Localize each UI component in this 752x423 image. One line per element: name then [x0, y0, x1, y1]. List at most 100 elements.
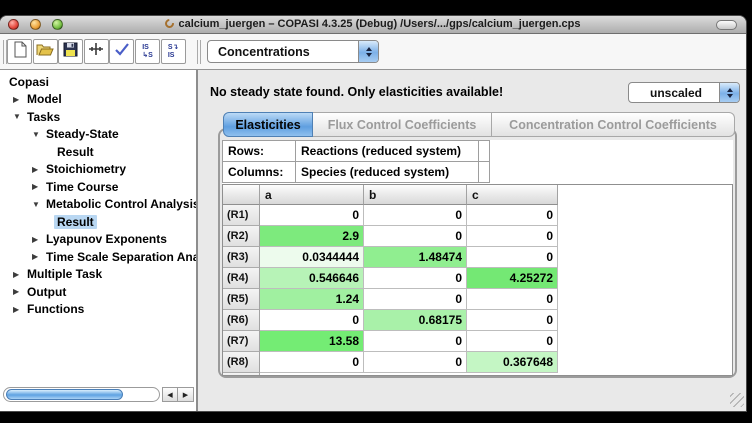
table-row: (R7)13.5800 — [223, 331, 732, 352]
task-selector-dropdown[interactable]: Concentrations — [207, 40, 379, 63]
chevron-right-icon[interactable]: ▶ — [13, 287, 24, 296]
sidebar-item-result[interactable]: Result — [0, 143, 196, 161]
table-cell[interactable]: 2.9 — [260, 226, 364, 247]
table-cell[interactable]: 0 — [364, 205, 467, 226]
row-header-r1[interactable]: (R1) — [223, 205, 260, 226]
s-to-is-button[interactable]: S↴IS — [161, 39, 186, 64]
title-bar[interactable]: calcium_juergen – COPASI 4.3.25 (Debug) … — [0, 16, 746, 34]
new-file-button[interactable] — [7, 39, 32, 64]
sidebar-hscrollbar[interactable] — [3, 387, 160, 402]
chevron-right-icon[interactable]: ▶ — [32, 252, 43, 261]
scroll-left-button[interactable]: ◀ — [162, 387, 178, 402]
annotation-value — [479, 162, 490, 184]
row-header-r4[interactable]: (R4) — [223, 268, 260, 289]
chevron-right-icon[interactable]: ▶ — [13, 305, 24, 314]
dropdown-stepper-icon[interactable] — [358, 41, 378, 62]
tab-flux-control-coefficients[interactable]: Flux Control Coefficients — [313, 112, 492, 137]
sidebar-item-time-course[interactable]: ▶Time Course — [0, 178, 196, 196]
chevron-down-icon[interactable]: ▼ — [32, 130, 43, 139]
table-cell[interactable]: 0 — [467, 310, 558, 331]
chevron-right-icon[interactable]: ▶ — [32, 165, 43, 174]
chevron-right-icon[interactable]: ▶ — [32, 235, 43, 244]
elasticities-table: abc(R1)000(R2)2.900(R3)0.03444441.484740… — [222, 184, 733, 376]
table-row: (R2)2.900 — [223, 226, 732, 247]
row-header-r8[interactable]: (R8) — [223, 352, 260, 373]
table-cell[interactable]: 0 — [467, 226, 558, 247]
resize-grip-icon[interactable] — [730, 393, 744, 407]
save-button[interactable] — [58, 39, 83, 64]
tab-elasticities[interactable]: Elasticities — [223, 112, 313, 137]
row-header-r6[interactable]: (R6) — [223, 310, 260, 331]
arrow-up-icon — [366, 47, 372, 51]
table-cell[interactable]: 0 — [364, 226, 467, 247]
table-cell[interactable]: 0 — [364, 331, 467, 352]
sidebar-item-copasi[interactable]: Copasi — [0, 73, 196, 91]
row-header-r2[interactable]: (R2) — [223, 226, 260, 247]
table-cell[interactable]: 0 — [467, 205, 558, 226]
table-cell[interactable]: 0 — [260, 310, 364, 331]
s-to-is-icon: S↴IS — [168, 44, 179, 60]
table-row: (R8)000.367648 — [223, 352, 732, 373]
sidebar-item-time-scale-separation-analy[interactable]: ▶Time Scale Separation Analy — [0, 248, 196, 266]
annotation-value: Species (reduced system) — [296, 162, 479, 184]
chevron-right-icon[interactable]: ▶ — [13, 95, 24, 104]
table-cell[interactable]: 4.25272 — [467, 268, 558, 289]
commit-button[interactable] — [109, 39, 134, 64]
row-header-r3[interactable]: (R3) — [223, 247, 260, 268]
scroll-right-button[interactable]: ▶ — [178, 387, 194, 402]
dropdown-stepper-icon[interactable] — [719, 83, 739, 102]
chevron-right-icon[interactable]: ▶ — [32, 182, 43, 191]
chevron-right-icon[interactable]: ▶ — [13, 270, 24, 279]
column-header-c[interactable]: c — [467, 185, 558, 205]
is-to-s-button[interactable]: IS↳S — [135, 39, 160, 64]
table-cell[interactable]: 1.48474 — [364, 247, 467, 268]
table-cell[interactable]: 0.0344444 — [260, 247, 364, 268]
sidebar-item-output[interactable]: ▶Output — [0, 283, 196, 301]
sidebar-item-label: Lyapunov Exponents — [43, 232, 170, 246]
sidebar-item-label: Output — [24, 285, 69, 299]
sidebar-item-tasks[interactable]: ▼Tasks — [0, 108, 196, 126]
table-cell[interactable]: 0 — [364, 268, 467, 289]
table-cell[interactable]: 0.68175 — [364, 310, 467, 331]
update-model-button[interactable] — [84, 39, 109, 64]
table-row: (R3)0.03444441.484740 — [223, 247, 732, 268]
table-cell[interactable]: 0 — [467, 331, 558, 352]
table-cell[interactable]: 13.58 — [260, 331, 364, 352]
toolbar-toggle-button[interactable] — [716, 20, 737, 30]
chevron-down-icon[interactable]: ▼ — [32, 200, 43, 209]
table-cell[interactable]: 0 — [260, 352, 364, 373]
table-cell[interactable]: 0.546646 — [260, 268, 364, 289]
sidebar-item-metabolic-control-analysis[interactable]: ▼Metabolic Control Analysis — [0, 196, 196, 214]
row-header-r5[interactable]: (R5) — [223, 289, 260, 310]
table-cell[interactable]: 0 — [467, 289, 558, 310]
sidebar-item-lyapunov-exponents[interactable]: ▶Lyapunov Exponents — [0, 231, 196, 249]
column-header-b[interactable]: b — [364, 185, 467, 205]
table-cell[interactable]: 0 — [364, 352, 467, 373]
sidebar-item-stoichiometry[interactable]: ▶Stoichiometry — [0, 161, 196, 179]
table-cell[interactable]: 0 — [467, 247, 558, 268]
sidebar-item-model[interactable]: ▶Model — [0, 91, 196, 109]
sidebar-item-functions[interactable]: ▶Functions — [0, 301, 196, 319]
sidebar-item-multiple-task[interactable]: ▶Multiple Task — [0, 266, 196, 284]
window-title: calcium_juergen – COPASI 4.3.25 (Debug) … — [0, 18, 746, 30]
tab-concentration-control-coefficients[interactable]: Concentration Control Coefficients — [492, 112, 735, 137]
scale-selector-dropdown[interactable]: unscaled — [628, 82, 740, 103]
check-icon — [114, 42, 130, 61]
table-cell[interactable]: 1.24 — [260, 289, 364, 310]
table-cell[interactable]: 0 — [364, 289, 467, 310]
sidebar-hscrollbar-thumb[interactable] — [6, 389, 123, 400]
sidebar-item-result[interactable]: Result — [0, 213, 196, 231]
sidebar-item-label: Copasi — [6, 75, 52, 89]
open-file-button[interactable] — [33, 39, 58, 64]
sidebar-item-steady-state[interactable]: ▼Steady-State — [0, 126, 196, 144]
column-header-a[interactable]: a — [260, 185, 364, 205]
table-cell[interactable]: 0 — [260, 205, 364, 226]
table-cell[interactable]: 0.367648 — [467, 352, 558, 373]
result-panel: No steady state found. Only elasticities… — [198, 70, 746, 411]
table-row: (R4)0.54664604.25272 — [223, 268, 732, 289]
table-row: (R5)1.2400 — [223, 289, 732, 310]
chevron-down-icon[interactable]: ▼ — [13, 112, 24, 121]
scale-selector-value: unscaled — [629, 86, 719, 100]
sidebar-item-label: Time Course — [43, 180, 121, 194]
row-header-r7[interactable]: (R7) — [223, 331, 260, 352]
